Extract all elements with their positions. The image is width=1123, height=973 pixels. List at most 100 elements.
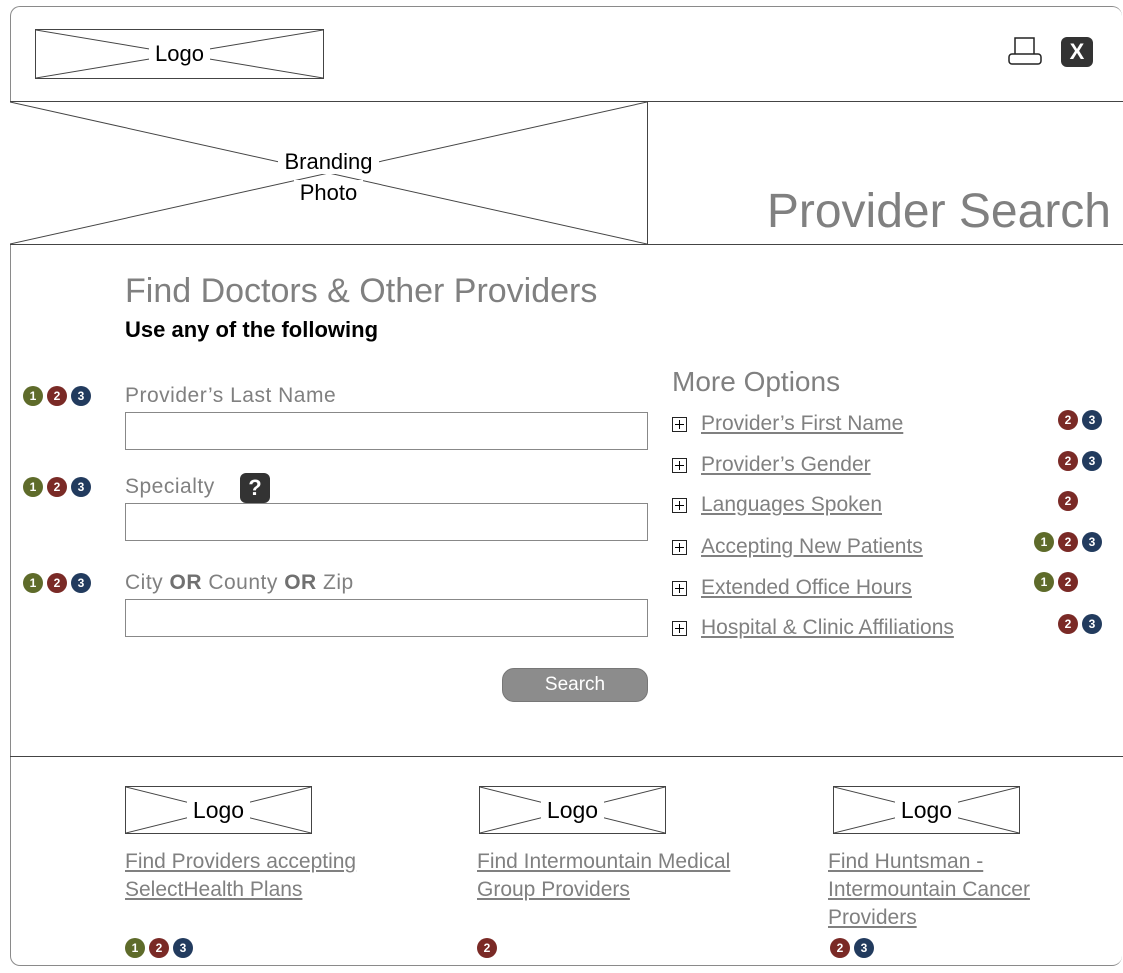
option-badges: 2 3 xyxy=(1058,410,1102,430)
badge-2: 2 xyxy=(47,477,67,497)
close-icon: X xyxy=(1069,39,1085,64)
badge-2: 2 xyxy=(47,573,67,593)
badge-2: 2 xyxy=(1058,491,1078,511)
badge-2: 2 xyxy=(1058,451,1078,471)
badge-1: 1 xyxy=(23,477,43,497)
badge-2: 2 xyxy=(477,938,497,958)
footer-link-line[interactable]: Find Intermountain Medical xyxy=(477,850,730,873)
location-input[interactable] xyxy=(125,599,648,637)
help-icon[interactable]: ? xyxy=(240,473,270,503)
badge-1: 1 xyxy=(1034,572,1054,592)
badge-3: 3 xyxy=(854,938,874,958)
last-name-label: Provider’s Last Name xyxy=(125,384,337,407)
option-affiliations[interactable]: Hospital & Clinic Affiliations xyxy=(672,616,954,640)
header-logo[interactable]: Logo xyxy=(35,29,324,79)
option-label[interactable]: Provider’s Gender xyxy=(701,453,871,477)
badge-3: 3 xyxy=(71,477,91,497)
badge-2: 2 xyxy=(830,938,850,958)
badge-3: 3 xyxy=(173,938,193,958)
option-label[interactable]: Extended Office Hours xyxy=(701,576,912,600)
option-label[interactable]: Hospital & Clinic Affiliations xyxy=(701,616,954,640)
badge-2: 2 xyxy=(1058,614,1078,634)
page-title: Provider Search xyxy=(766,185,1111,238)
header-logo-label: Logo xyxy=(149,41,210,66)
badge-3: 3 xyxy=(1082,451,1102,471)
badge-3: 3 xyxy=(71,386,91,406)
option-label[interactable]: Accepting New Patients xyxy=(701,535,923,559)
form-heading: Find Doctors & Other Providers xyxy=(125,272,598,310)
badge-3: 3 xyxy=(1082,532,1102,552)
footer-logo[interactable]: Logo xyxy=(125,786,312,834)
printer-icon[interactable] xyxy=(1008,36,1042,66)
expand-plus-icon[interactable] xyxy=(672,620,687,636)
expand-plus-icon[interactable] xyxy=(672,416,687,432)
badge-2: 2 xyxy=(1058,410,1078,430)
specialty-input[interactable] xyxy=(125,503,648,541)
footer-link-line[interactable]: Group Providers xyxy=(477,878,630,901)
location-label-part: County xyxy=(202,571,285,594)
more-options-title: More Options xyxy=(672,366,841,397)
search-button[interactable]: Search xyxy=(502,668,648,702)
last-name-input[interactable] xyxy=(125,412,648,450)
footer-link-line[interactable]: Find Huntsman - xyxy=(828,850,983,873)
badge-2: 2 xyxy=(1058,532,1078,552)
option-badges: 2 xyxy=(1058,491,1078,511)
option-badges: 2 3 xyxy=(1058,614,1102,634)
expand-plus-icon[interactable] xyxy=(672,539,687,555)
option-label[interactable]: Languages Spoken xyxy=(701,493,882,517)
field-badges: 1 2 3 xyxy=(23,386,91,406)
footer-logo[interactable]: Logo xyxy=(479,786,666,834)
expand-plus-icon[interactable] xyxy=(672,580,687,596)
location-label: City OR County OR Zip xyxy=(125,571,354,595)
location-label-part: Zip xyxy=(316,571,354,594)
field-badges: 1 2 3 xyxy=(23,477,91,497)
close-button[interactable]: X xyxy=(1061,37,1093,67)
footer-logo-label: Logo xyxy=(186,797,251,823)
footer-badges: 2 xyxy=(477,938,497,958)
footer-logo-label: Logo xyxy=(540,797,605,823)
footer-logo[interactable]: Logo xyxy=(833,786,1020,834)
footer-link-huntsman[interactable]: Find Huntsman - Intermountain Cancer Pro… xyxy=(828,848,1030,932)
badge-1: 1 xyxy=(23,573,43,593)
badge-3: 3 xyxy=(1082,410,1102,430)
option-office-hours[interactable]: Extended Office Hours xyxy=(672,576,912,600)
footer-link-line[interactable]: Find Providers accepting xyxy=(125,850,356,873)
footer-badges: 2 3 xyxy=(830,938,874,958)
option-badges: 2 3 xyxy=(1058,451,1102,471)
badge-2: 2 xyxy=(47,386,67,406)
footer-divider xyxy=(10,756,1123,757)
expand-plus-icon[interactable] xyxy=(672,457,687,473)
badge-2: 2 xyxy=(149,938,169,958)
footer-link-line[interactable]: Intermountain Cancer xyxy=(828,878,1030,901)
option-accepting-patients[interactable]: Accepting New Patients xyxy=(672,535,923,559)
specialty-label: Specialty xyxy=(125,475,215,498)
location-label-or: OR xyxy=(169,571,202,594)
form-subheading: Use any of the following xyxy=(125,317,379,342)
option-label[interactable]: Provider’s First Name xyxy=(701,412,903,436)
badge-1: 1 xyxy=(23,386,43,406)
footer-link-line[interactable]: SelectHealth Plans xyxy=(125,878,302,901)
option-gender[interactable]: Provider’s Gender xyxy=(672,453,871,477)
branding-label-line2: Photo xyxy=(293,180,364,205)
option-badges: 1 2 xyxy=(1034,572,1078,592)
badge-3: 3 xyxy=(1082,614,1102,634)
option-first-name[interactable]: Provider’s First Name xyxy=(672,412,903,436)
location-label-part: City xyxy=(125,571,170,594)
footer-link-selecthealth[interactable]: Find Providers accepting SelectHealth Pl… xyxy=(125,848,356,904)
expand-plus-icon[interactable] xyxy=(672,497,687,513)
banner-divider xyxy=(10,244,1123,245)
option-badges: 1 2 3 xyxy=(1034,532,1102,552)
footer-logo-label: Logo xyxy=(894,797,959,823)
badge-3: 3 xyxy=(71,573,91,593)
footer-link-intermountain[interactable]: Find Intermountain Medical Group Provide… xyxy=(477,848,730,904)
badge-1: 1 xyxy=(125,938,145,958)
footer-link-line[interactable]: Providers xyxy=(828,906,917,929)
field-badges: 1 2 3 xyxy=(23,573,91,593)
badge-1: 1 xyxy=(1034,532,1054,552)
location-label-or: OR xyxy=(284,571,317,594)
option-languages[interactable]: Languages Spoken xyxy=(672,493,882,517)
branding-label-line1: Branding xyxy=(278,149,379,174)
footer-badges: 1 2 3 xyxy=(125,938,193,958)
badge-2: 2 xyxy=(1058,572,1078,592)
branding-photo: Branding Photo xyxy=(10,101,648,245)
